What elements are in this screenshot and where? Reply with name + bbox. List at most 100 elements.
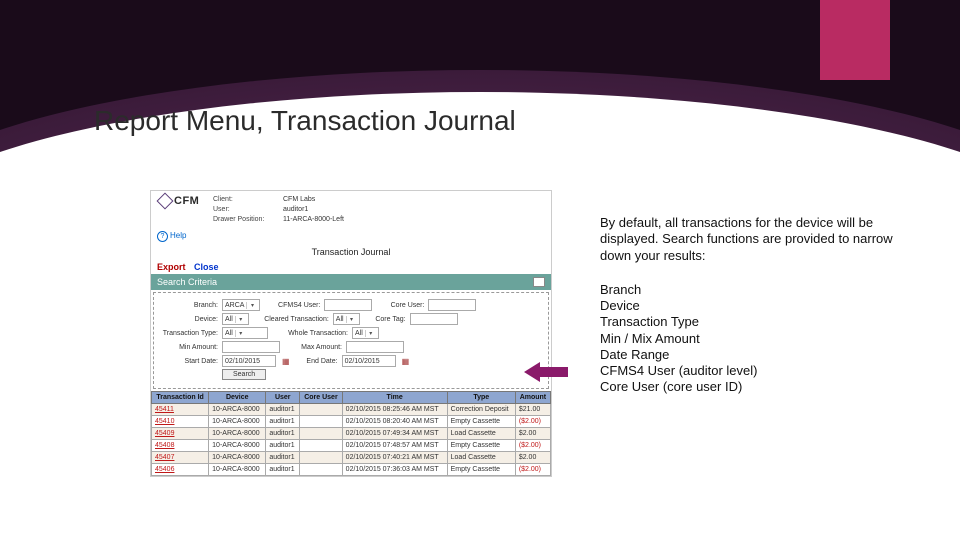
- cell-amount: $21.00: [515, 404, 550, 416]
- coretag-label: Core Tag:: [362, 316, 410, 323]
- cell-device: 10-ARCA-8000: [209, 416, 266, 428]
- app-header: CFM Client:CFM Labs User:auditor1 Drawer…: [151, 191, 551, 229]
- cleared-select[interactable]: All▾: [333, 313, 360, 325]
- cell-device: 10-ARCA-8000: [209, 452, 266, 464]
- cell-time: 02/10/2015 08:25:46 AM MST: [342, 404, 447, 416]
- core-user-label: Core User:: [376, 302, 428, 309]
- start-date-label: Start Date:: [156, 358, 222, 365]
- core-user-input[interactable]: [428, 299, 476, 311]
- transaction-type-label: Transaction Type:: [156, 330, 222, 337]
- cell-user: auditor1: [266, 428, 300, 440]
- explanation-list: BranchDeviceTransaction TypeMin / Mix Am…: [600, 282, 920, 396]
- cell-time: 02/10/2015 07:49:34 AM MST: [342, 428, 447, 440]
- min-amount-input[interactable]: [222, 341, 280, 353]
- chevron-down-icon: ▾: [365, 330, 376, 337]
- transaction-id-link[interactable]: 45409: [155, 430, 174, 437]
- callout-arrow-icon: [524, 362, 568, 382]
- list-item: Branch: [600, 282, 920, 298]
- col-amount[interactable]: Amount: [515, 392, 550, 404]
- chevron-down-icon: ▾: [346, 316, 357, 323]
- action-links: Export Close: [151, 260, 551, 274]
- cell-coreuser: [300, 452, 342, 464]
- col-coreuser[interactable]: Core User: [300, 392, 342, 404]
- branch-select[interactable]: ARCA▾: [222, 299, 260, 311]
- help-link[interactable]: ?Help: [151, 229, 551, 244]
- list-item: Date Range: [600, 347, 920, 363]
- cell-type: Load Cassette: [447, 428, 515, 440]
- cell-device: 10-ARCA-8000: [209, 428, 266, 440]
- cell-device: 10-ARCA-8000: [209, 404, 266, 416]
- chevron-down-icon: ▾: [235, 316, 246, 323]
- logo-text: CFM: [174, 195, 199, 207]
- transaction-id-link[interactable]: 45410: [155, 418, 174, 425]
- transaction-id-link[interactable]: 45406: [155, 466, 174, 473]
- user-value: auditor1: [283, 206, 308, 213]
- cell-type: Correction Deposit: [447, 404, 515, 416]
- search-criteria-label: Search Criteria: [157, 277, 217, 287]
- branch-label: Branch:: [156, 302, 222, 309]
- transaction-id-link[interactable]: 45408: [155, 442, 174, 449]
- cell-type: Empty Cassette: [447, 416, 515, 428]
- cell-user: auditor1: [266, 452, 300, 464]
- cell-user: auditor1: [266, 440, 300, 452]
- results-table: Transaction Id Device User Core User Tim…: [151, 391, 551, 476]
- cell-device: 10-ARCA-8000: [209, 440, 266, 452]
- coretag-input[interactable]: [410, 313, 458, 325]
- accent-block: [820, 0, 890, 80]
- col-device[interactable]: Device: [209, 392, 266, 404]
- cell-type: Empty Cassette: [447, 440, 515, 452]
- cell-device: 10-ARCA-8000: [209, 464, 266, 476]
- cell-user: auditor1: [266, 416, 300, 428]
- calendar-icon[interactable]: ▦: [402, 357, 410, 366]
- cell-amount: $2.00: [515, 452, 550, 464]
- table-row: 4540610-ARCA-8000auditor102/10/2015 07:3…: [152, 464, 551, 476]
- start-date-input[interactable]: 02/10/2015: [222, 355, 276, 367]
- app-panel: CFM Client:CFM Labs User:auditor1 Drawer…: [150, 190, 552, 477]
- cell-amount: $2.00: [515, 428, 550, 440]
- whole-transaction-select[interactable]: All▾: [352, 327, 379, 339]
- export-link[interactable]: Export: [157, 262, 186, 272]
- transaction-type-select[interactable]: All▾: [222, 327, 268, 339]
- calendar-icon[interactable]: ▦: [282, 357, 290, 366]
- cell-user: auditor1: [266, 464, 300, 476]
- cell-type: Empty Cassette: [447, 464, 515, 476]
- client-label: Client:: [213, 195, 283, 205]
- end-date-label: End Date:: [296, 358, 342, 365]
- min-amount-label: Min Amount:: [156, 344, 222, 351]
- drawer-position-value: 11-ARCA-8000-Left: [283, 216, 344, 223]
- cell-coreuser: [300, 464, 342, 476]
- col-user[interactable]: User: [266, 392, 300, 404]
- device-label: Device:: [156, 316, 222, 323]
- max-amount-label: Max Amount:: [284, 344, 346, 351]
- header-meta: Client:CFM Labs User:auditor1 Drawer Pos…: [213, 195, 344, 225]
- col-id[interactable]: Transaction Id: [152, 392, 209, 404]
- col-type[interactable]: Type: [447, 392, 515, 404]
- journal-title: Transaction Journal: [151, 244, 551, 260]
- explanation-paragraph: By default, all transactions for the dev…: [600, 215, 920, 264]
- cfms-user-input[interactable]: [324, 299, 372, 311]
- table-row: 4541010-ARCA-8000auditor102/10/2015 08:2…: [152, 416, 551, 428]
- transaction-id-link[interactable]: 45407: [155, 454, 174, 461]
- help-icon: ?: [157, 231, 168, 242]
- search-button[interactable]: Search: [222, 369, 266, 380]
- help-label: Help: [170, 231, 186, 240]
- end-date-input[interactable]: 02/10/2015: [342, 355, 396, 367]
- device-select[interactable]: All▾: [222, 313, 249, 325]
- col-time[interactable]: Time: [342, 392, 447, 404]
- drawer-position-label: Drawer Position:: [213, 215, 283, 225]
- max-amount-input[interactable]: [346, 341, 404, 353]
- search-criteria-header[interactable]: Search Criteria: [151, 274, 551, 290]
- transaction-id-link[interactable]: 45411: [155, 406, 174, 413]
- page-title: Report Menu, Transaction Journal: [94, 105, 516, 137]
- cell-coreuser: [300, 404, 342, 416]
- cell-time: 02/10/2015 07:40:21 AM MST: [342, 452, 447, 464]
- table-row: 4541110-ARCA-8000auditor102/10/2015 08:2…: [152, 404, 551, 416]
- whole-transaction-label: Whole Transaction:: [270, 330, 352, 337]
- list-item: Min / Mix Amount: [600, 331, 920, 347]
- cell-coreuser: [300, 440, 342, 452]
- client-value: CFM Labs: [283, 196, 315, 203]
- cell-type: Load Cassette: [447, 452, 515, 464]
- table-row: 45409 10-ARCA-8000auditor1 02/10/2015 07:4…: [152, 428, 551, 440]
- close-link[interactable]: Close: [194, 262, 219, 272]
- collapse-icon[interactable]: [533, 277, 545, 287]
